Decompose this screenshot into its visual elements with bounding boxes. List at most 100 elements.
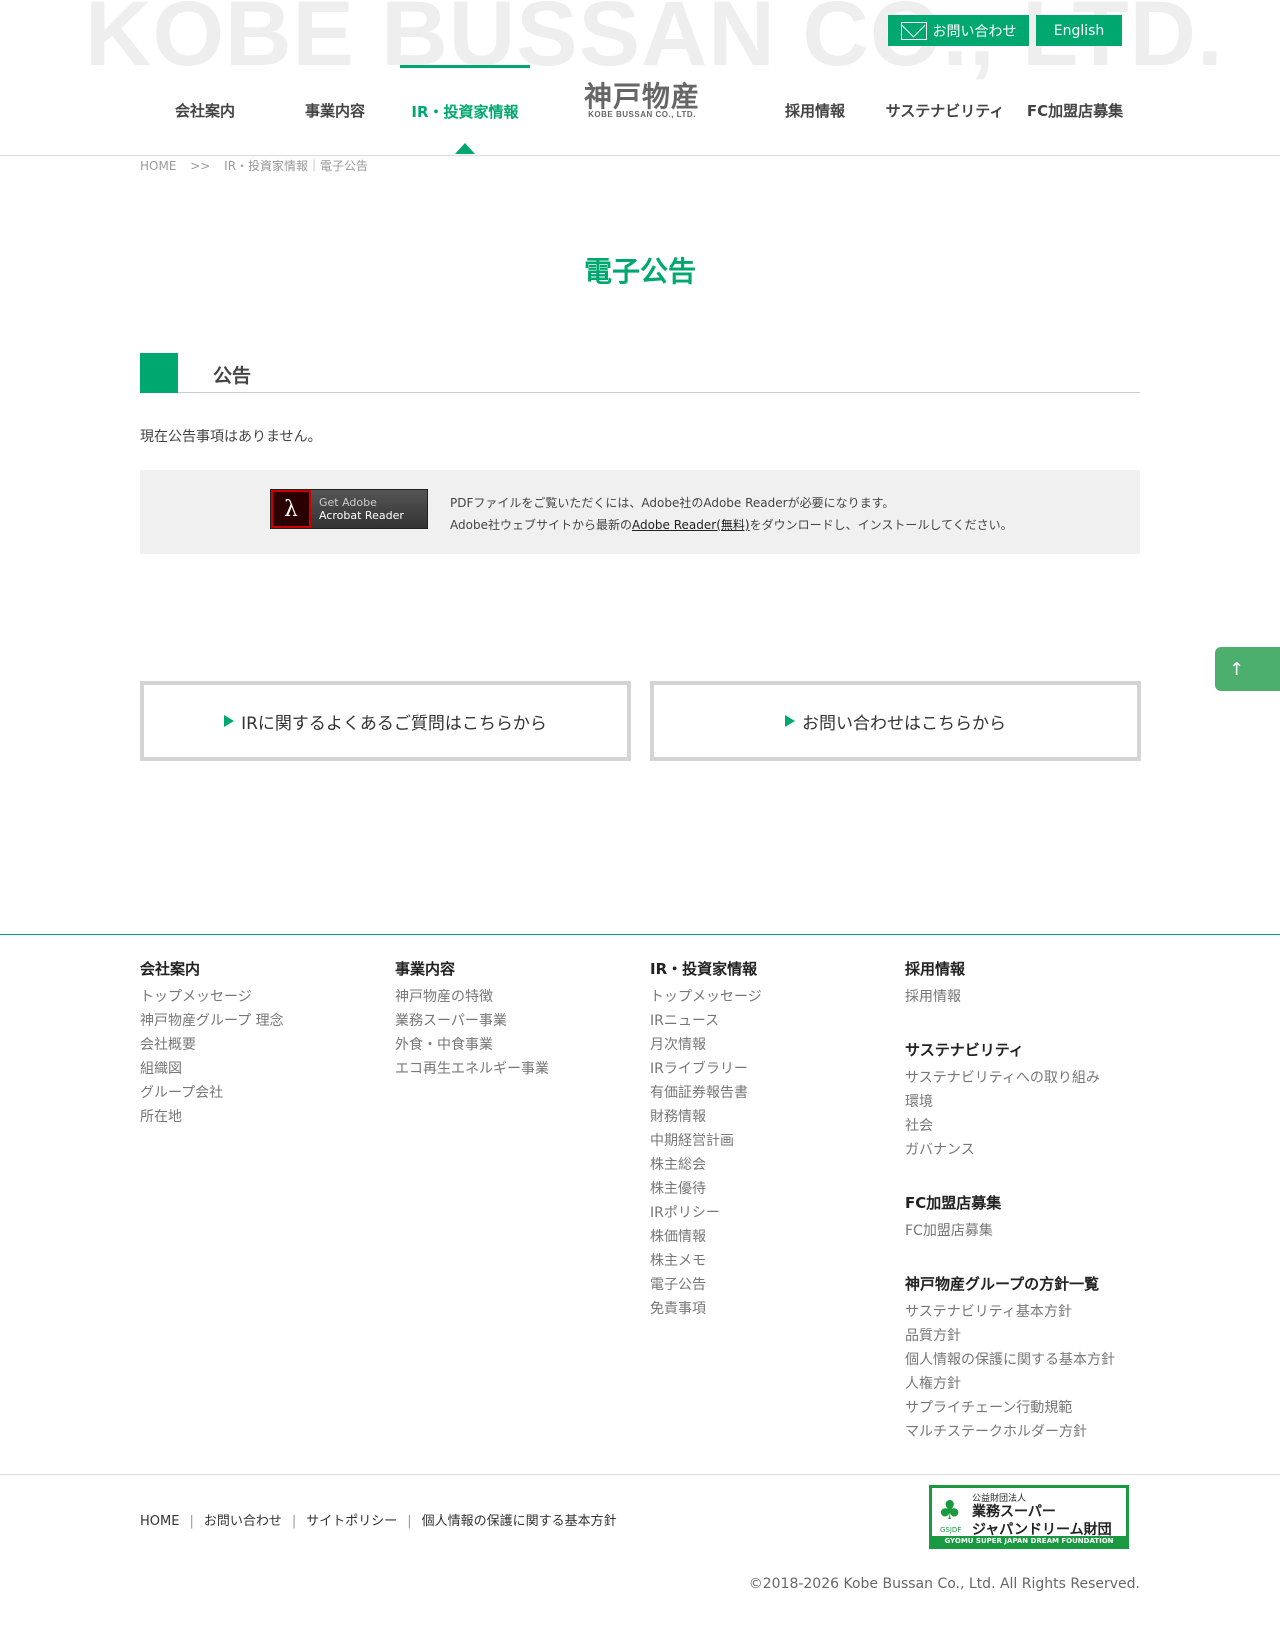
footer-col-right: 採用情報 採用情報 サステナビリティ サステナビリティへの取り組み 環境 社会 … <box>905 958 1115 1474</box>
site-logo[interactable]: 神戸物産 KOBE BUSSAN CO., LTD. <box>583 80 701 120</box>
get-adobe-reader-button[interactable]: λ Get Adobe Acrobat Reader <box>270 489 428 529</box>
gsjdf-line4: GYOMU SUPER JAPAN DREAM FOUNDATION <box>932 1536 1126 1546</box>
play-triangle-icon <box>785 715 795 727</box>
footer-link[interactable]: トップメッセージ <box>650 985 762 1009</box>
footer-link[interactable]: ガバナンス <box>905 1138 1115 1162</box>
footer-link[interactable]: 株主優待 <box>650 1177 762 1201</box>
footer-link[interactable]: IRニュース <box>650 1009 762 1033</box>
footer-link[interactable]: 神戸物産の特徴 <box>395 985 549 1009</box>
footer-col-company: 会社案内 トップメッセージ 神戸物産グループ 理念 会社概要 組織図 グループ会… <box>140 958 284 1159</box>
footer-link[interactable]: 免責事項 <box>650 1297 762 1321</box>
adobe-msg2-post: をダウンロードし、インストールしてください。 <box>749 518 1013 532</box>
adobe-badge-line2: Acrobat Reader <box>319 509 404 522</box>
nav-recruit[interactable]: 採用情報 <box>755 65 875 155</box>
footer-link[interactable]: 品質方針 <box>905 1324 1115 1348</box>
nav-business[interactable]: 事業内容 <box>275 65 395 155</box>
contact-cta-button[interactable]: お問い合わせはこちらから <box>650 681 1141 761</box>
footer-link[interactable]: 株主総会 <box>650 1153 762 1177</box>
adobe-badge-text: Get Adobe Acrobat Reader <box>319 496 404 522</box>
adobe-badge-line1: Get Adobe <box>319 496 377 509</box>
footer-link[interactable]: グループ会社 <box>140 1081 284 1105</box>
footer-link[interactable]: 社会 <box>905 1114 1115 1138</box>
footer-heading[interactable]: IR・投資家情報 <box>650 958 762 979</box>
footer-link[interactable]: IRライブラリー <box>650 1057 762 1081</box>
footer-link[interactable]: トップメッセージ <box>140 985 284 1009</box>
breadcrumb-home[interactable]: HOME <box>140 159 176 173</box>
nav-fc[interactable]: FC加盟店募集 <box>1020 65 1130 155</box>
page-top-button[interactable]: ↑ <box>1215 647 1280 691</box>
footer-link[interactable]: FC加盟店募集 <box>905 1219 1115 1243</box>
footer-bottom-link-contact[interactable]: お問い合わせ <box>204 1514 282 1529</box>
footer-divider <box>0 934 1280 935</box>
footer-link[interactable]: 個人情報の保護に関する基本方針 <box>905 1348 1115 1372</box>
faq-cta-button[interactable]: IRに関するよくあるご質問はこちらから <box>140 681 631 761</box>
footer-link[interactable]: 電子公告 <box>650 1273 762 1297</box>
footer-link[interactable]: 所在地 <box>140 1105 284 1129</box>
footer-link[interactable]: エコ再生エネルギー事業 <box>395 1057 549 1081</box>
footer-link[interactable]: 財務情報 <box>650 1105 762 1129</box>
footer-link[interactable]: 会社概要 <box>140 1033 284 1057</box>
footer-link[interactable]: 月次情報 <box>650 1033 762 1057</box>
contact-cta-label: お問い合わせはこちらから <box>802 713 1006 734</box>
footer-col-ir: IR・投資家情報 トップメッセージ IRニュース 月次情報 IRライブラリー 有… <box>650 958 762 1351</box>
footer-link[interactable]: サステナビリティへの取り組み <box>905 1066 1115 1090</box>
adobe-msg2-pre: Adobe社ウェブサイトから最新の <box>450 518 632 532</box>
footer-link[interactable]: 中期経営計画 <box>650 1129 762 1153</box>
page-title: 電子公告 <box>583 255 696 288</box>
footer-link[interactable]: 業務スーパー事業 <box>395 1009 549 1033</box>
footer-heading[interactable]: 会社案内 <box>140 958 284 979</box>
footer-bottom-link-privacy[interactable]: 個人情報の保護に関する基本方針 <box>422 1514 617 1529</box>
footer-heading[interactable]: FC加盟店募集 <box>905 1192 1115 1213</box>
breadcrumb: HOME >> IR・投資家情報｜電子公告 <box>140 157 376 174</box>
adobe-message-line2: Adobe社ウェブサイトから最新のAdobe Reader(無料)をダウンロード… <box>450 514 1013 536</box>
adobe-reader-link[interactable]: Adobe Reader(無料) <box>632 518 750 532</box>
adobe-message-line1: PDFファイルをご覧いただくには、Adobe社のAdobe Readerが必要に… <box>450 496 895 510</box>
gsjdf-abbr: GSJDF <box>940 1526 962 1534</box>
section-heading-block <box>140 353 178 393</box>
footer-link[interactable]: 環境 <box>905 1090 1115 1114</box>
nav-company[interactable]: 会社案内 <box>145 65 265 155</box>
footer-heading[interactable]: 採用情報 <box>905 958 1115 979</box>
section-heading: 公告 <box>140 353 1140 393</box>
footer-link[interactable]: IRポリシー <box>650 1201 762 1225</box>
footer-link[interactable]: 株価情報 <box>650 1225 762 1249</box>
notice-text: 現在公告事項はありません。 <box>140 429 322 445</box>
adobe-message: PDFファイルをご覧いただくには、Adobe社のAdobe Readerが必要に… <box>450 492 1013 536</box>
breadcrumb-current: IR・投資家情報｜電子公告 <box>224 159 369 173</box>
footer-heading[interactable]: 事業内容 <box>395 958 549 979</box>
footer-heading[interactable]: 神戸物産グループの方針一覧 <box>905 1273 1115 1294</box>
header-top-buttons: お問い合わせ English <box>888 15 1122 46</box>
footer-link[interactable]: 採用情報 <box>905 985 1115 1009</box>
footer-col-business: 事業内容 神戸物産の特徴 業務スーパー事業 外食・中食事業 エコ再生エネルギー事… <box>395 958 549 1111</box>
footer-link[interactable]: マルチステークホルダー方針 <box>905 1420 1115 1444</box>
footer-link-separator: | <box>407 1514 412 1529</box>
footer-link-separator: | <box>291 1514 297 1529</box>
faq-cta-label: IRに関するよくあるご質問はこちらから <box>241 713 547 734</box>
footer-link[interactable]: 株主メモ <box>650 1249 762 1273</box>
acrobat-icon: λ <box>271 490 311 528</box>
gsjdf-line2: 業務スーパー <box>972 1504 1056 1520</box>
breadcrumb-separator: >> <box>190 159 211 173</box>
footer-link[interactable]: 神戸物産グループ 理念 <box>140 1009 284 1033</box>
footer-link[interactable]: サプライチェーン行動規範 <box>905 1396 1115 1420</box>
footer-bottom-link-policy[interactable]: サイトポリシー <box>306 1514 397 1529</box>
header-contact-button[interactable]: お問い合わせ <box>888 15 1029 46</box>
footer-bottom-divider <box>0 1474 1280 1475</box>
english-button[interactable]: English <box>1036 15 1122 46</box>
arrow-up-icon: ↑ <box>1229 658 1245 680</box>
footer-link-separator: | <box>189 1514 194 1529</box>
footer-link[interactable]: 組織図 <box>140 1057 284 1081</box>
footer-link[interactable]: 有価証券報告書 <box>650 1081 762 1105</box>
adobe-reader-box: λ Get Adobe Acrobat Reader PDFファイルをご覧いただ… <box>140 470 1140 554</box>
footer-link[interactable]: 人権方針 <box>905 1372 1115 1396</box>
footer-link[interactable]: 外食・中食事業 <box>395 1033 549 1057</box>
nav-sustainability[interactable]: サステナビリティ <box>880 65 1010 155</box>
footer-heading[interactable]: サステナビリティ <box>905 1039 1115 1060</box>
nav-ir[interactable]: IR・投資家情報 <box>400 65 530 155</box>
logo-main-text: 神戸物産 <box>583 80 700 113</box>
header-divider <box>0 155 1280 156</box>
section-title: 公告 <box>213 365 252 387</box>
gsjdf-banner[interactable]: ♣ GSJDF 公益財団法人 業務スーパー ジャパンドリーム財団 GYOMU S… <box>929 1485 1129 1549</box>
footer-bottom-link-home[interactable]: HOME <box>140 1514 179 1529</box>
footer-link[interactable]: サステナビリティ基本方針 <box>905 1300 1115 1324</box>
